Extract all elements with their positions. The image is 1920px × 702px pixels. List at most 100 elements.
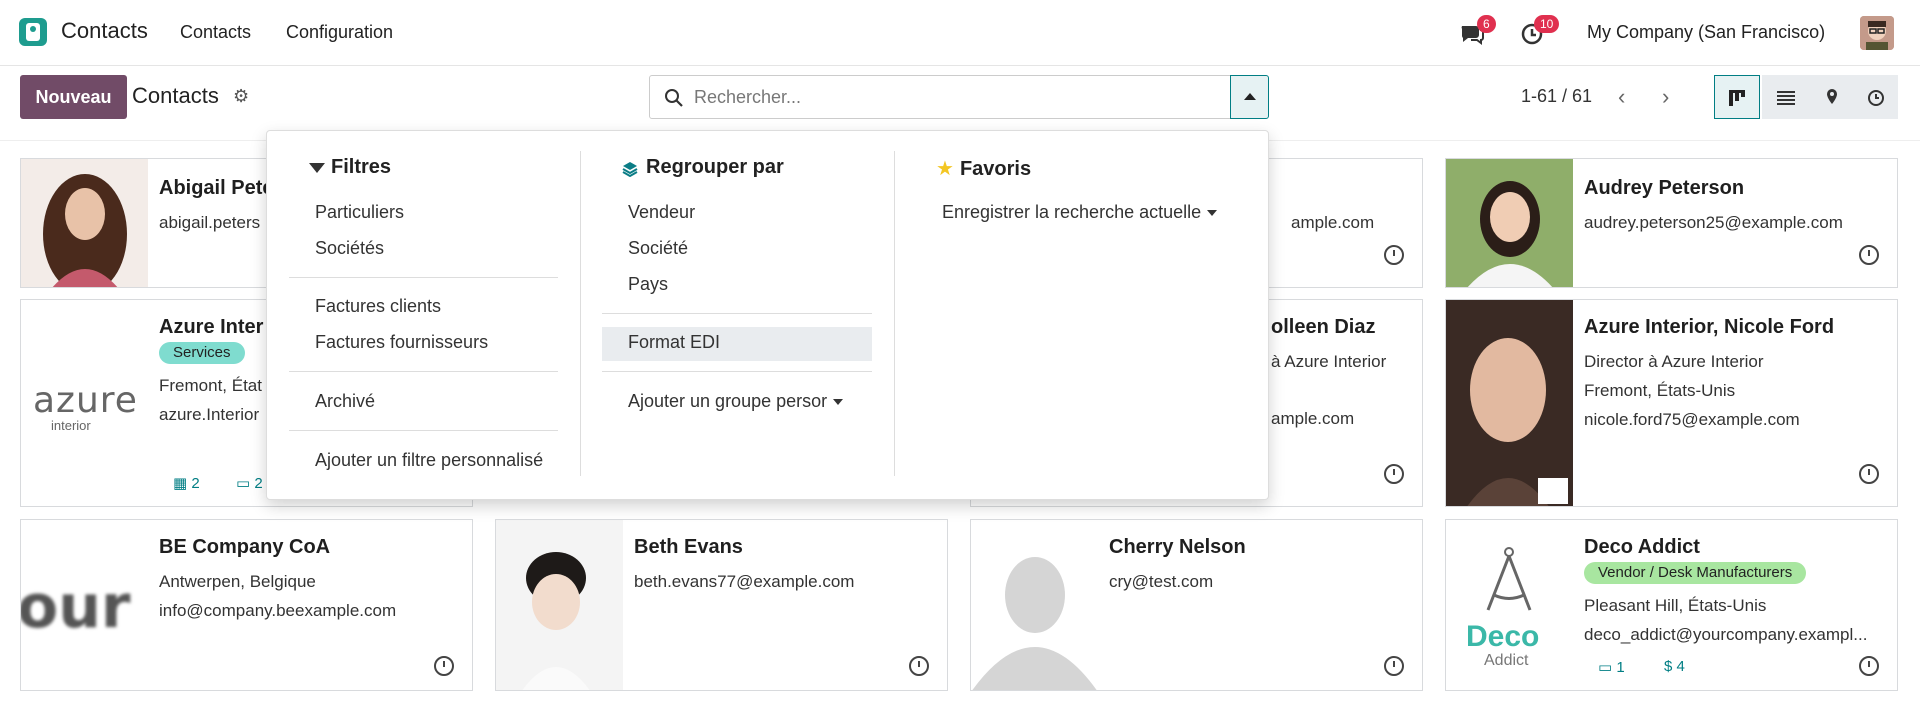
- contact-email: azure.Interior: [159, 405, 260, 424]
- card-icon: ▭: [236, 475, 251, 492]
- sales-stat[interactable]: $ 4: [1664, 658, 1685, 675]
- placeholder-avatar: [971, 520, 1098, 690]
- kanban-card[interactable]: Audrey Peterson audrey.peterson25@exampl…: [1445, 158, 1898, 288]
- invoices-stat[interactable]: ▭ 1: [1598, 658, 1625, 676]
- contact-name: Beth Evans: [634, 536, 743, 558]
- pager-next-icon[interactable]: ›: [1662, 84, 1669, 110]
- contact-email: abigail.peters: [159, 213, 261, 232]
- contact-address: Antwerpen, Belgique: [159, 572, 316, 591]
- contact-photo: [1446, 159, 1573, 287]
- groupby-pays[interactable]: Pays: [628, 274, 668, 295]
- contact-email: ample.com: [1271, 409, 1355, 428]
- filter-societes[interactable]: Sociétés: [315, 238, 384, 259]
- divider: [602, 313, 872, 314]
- groupby-header: Regrouper par: [622, 156, 784, 179]
- menu-contacts[interactable]: Contacts: [180, 22, 251, 43]
- contact-email: cry@test.com: [1109, 572, 1214, 591]
- app-title[interactable]: Contacts: [61, 18, 148, 44]
- menu-configuration[interactable]: Configuration: [286, 22, 393, 43]
- filter-archive[interactable]: Archivé: [315, 391, 375, 412]
- activity-clock-icon[interactable]: [1384, 245, 1404, 265]
- kanban-card[interactable]: Beth Evans beth.evans77@example.com: [495, 519, 948, 691]
- contact-photo: [1446, 300, 1573, 506]
- contact-name: Deco Addict: [1584, 536, 1700, 558]
- activity-clock-icon[interactable]: [909, 656, 929, 676]
- kanban-card[interactable]: Deco Addict Deco Addict Vendor / Desk Ma…: [1445, 519, 1898, 691]
- list-view-button[interactable]: [1762, 75, 1808, 119]
- pager-previous-icon[interactable]: ‹: [1618, 84, 1625, 110]
- kanban-card[interactable]: Azure Interior, Nicole Ford Director à A…: [1445, 299, 1898, 507]
- contact-photo: [496, 520, 623, 690]
- tag-badge: Services: [159, 342, 245, 364]
- activity-clock-icon[interactable]: [1859, 464, 1879, 484]
- activity-clock-icon[interactable]: [434, 656, 454, 676]
- card-icon: ▭: [1598, 659, 1613, 676]
- kanban-card[interactable]: our BE Company CoA Antwerpen, Belgique i…: [20, 519, 473, 691]
- search-options-toggle[interactable]: [1230, 75, 1269, 119]
- contact-function: à Azure Interior: [1271, 352, 1387, 371]
- caret-down-icon: [1207, 210, 1218, 217]
- filter-factures-clients[interactable]: Factures clients: [315, 296, 441, 317]
- contacts-app-icon[interactable]: [19, 18, 47, 46]
- contact-name: Azure Inter: [159, 316, 264, 338]
- divider: [602, 371, 872, 372]
- contact-email: audrey.peterson25@example.com: [1584, 213, 1843, 232]
- gear-icon[interactable]: ⚙: [233, 86, 249, 107]
- groupby-format-edi[interactable]: Format EDI: [628, 332, 720, 353]
- groupby-societe[interactable]: Société: [628, 238, 688, 259]
- groupby-vendeur[interactable]: Vendeur: [628, 202, 695, 223]
- star-icon: ★: [936, 158, 954, 180]
- invoices-stat[interactable]: ▭ 2: [236, 474, 263, 492]
- company-logo: Deco Addict: [1446, 520, 1573, 690]
- favorites-header: ★ Favoris: [936, 158, 1032, 180]
- activity-view-button[interactable]: [1852, 75, 1898, 119]
- kanban-view-button[interactable]: [1714, 75, 1760, 119]
- filter-factures-fournisseurs[interactable]: Factures fournisseurs: [315, 332, 488, 353]
- divider: [289, 430, 558, 431]
- groupby-column: Regrouper par Vendeur Société Pays Forma…: [580, 131, 894, 499]
- contact-name: Abigail Pete: [159, 177, 274, 199]
- contact-name: olleen Diaz: [1271, 316, 1376, 338]
- add-custom-filter[interactable]: Ajouter un filtre personnalisé: [315, 450, 543, 471]
- company-logo: azure interior: [33, 380, 138, 433]
- new-button[interactable]: Nouveau: [20, 75, 127, 119]
- save-current-search[interactable]: Enregistrer la recherche actuelle: [942, 202, 1218, 223]
- activity-clock-icon[interactable]: [1859, 245, 1879, 265]
- tag-badge: Vendor / Desk Manufacturers: [1584, 562, 1807, 584]
- kanban-card[interactable]: Cherry Nelson cry@test.com: [970, 519, 1423, 691]
- filters-header: Filtres: [309, 156, 391, 179]
- contact-email: info@company.beexample.com: [159, 601, 397, 620]
- top-navbar: Contacts Contacts Configuration 6 10 My …: [0, 0, 1920, 66]
- user-avatar[interactable]: [1860, 16, 1894, 50]
- filter-particuliers[interactable]: Particuliers: [315, 202, 404, 223]
- page-title: Contacts: [132, 83, 219, 108]
- contact-name: Azure Interior, Nicole Ford: [1584, 316, 1835, 338]
- contact-address: Fremont, État: [159, 376, 262, 395]
- contact-email: deco_addict@yourcompany.exampl...: [1584, 625, 1868, 644]
- meetings-stat[interactable]: ▦ 2: [173, 474, 200, 492]
- calendar-icon: ▦: [173, 475, 188, 492]
- filters-column: Filtres Particuliers Sociétés Factures c…: [267, 131, 580, 499]
- search-bar[interactable]: [649, 75, 1231, 119]
- activity-clock-icon[interactable]: [1384, 464, 1404, 484]
- favorites-column: ★ Favoris Enregistrer la recherche actuel…: [894, 131, 1270, 499]
- divider: [289, 371, 558, 372]
- contact-function: Director à Azure Interior: [1584, 352, 1764, 371]
- search-options-dropdown: Filtres Particuliers Sociétés Factures c…: [266, 130, 1269, 500]
- layers-icon: [622, 160, 638, 177]
- contact-name: Cherry Nelson: [1109, 536, 1246, 558]
- activity-clock-icon[interactable]: [1859, 656, 1879, 676]
- messages-badge: 6: [1477, 15, 1496, 33]
- pager-value[interactable]: 1-61 / 61: [1521, 86, 1592, 107]
- contact-email: beth.evans77@example.com: [634, 572, 855, 591]
- company-switcher[interactable]: My Company (San Francisco): [1587, 22, 1825, 43]
- add-custom-group[interactable]: Ajouter un groupe persor: [628, 391, 844, 412]
- activity-clock-icon[interactable]: [1384, 656, 1404, 676]
- search-input[interactable]: [694, 84, 1214, 110]
- contact-name: Audrey Peterson: [1584, 177, 1745, 199]
- contact-email: nicole.ford75@example.com: [1584, 410, 1800, 429]
- filter-icon: [309, 162, 325, 173]
- map-view-button[interactable]: [1808, 75, 1854, 119]
- company-logo: our: [20, 572, 131, 642]
- search-icon: [664, 88, 684, 113]
